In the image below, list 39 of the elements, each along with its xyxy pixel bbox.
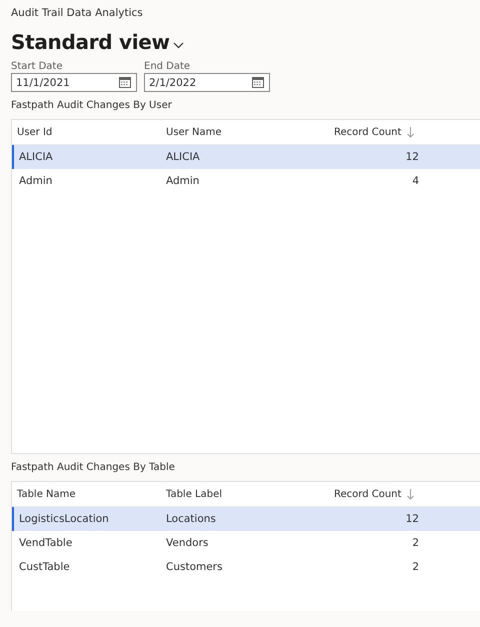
sort-arrow-icon bbox=[407, 488, 414, 500]
calendar-icon[interactable] bbox=[119, 77, 131, 88]
table-cell-text: VendTable bbox=[18, 536, 74, 551]
table-row[interactable]: Admin Admin 4 bbox=[12, 169, 480, 193]
table-row[interactable]: VendTable Vendors 2 bbox=[12, 531, 480, 555]
table-row[interactable]: LogisticsLocation Locations 12 bbox=[12, 507, 480, 531]
column-header[interactable]: User Id bbox=[12, 120, 166, 144]
field-label: Start Date bbox=[11, 60, 64, 73]
table-cell-text: 2 bbox=[411, 536, 419, 551]
table-cell-text: CustTable bbox=[18, 560, 71, 575]
table-cell-text: LogisticsLocation bbox=[18, 512, 110, 527]
table-cell-text: Locations bbox=[166, 512, 217, 527]
table-cell-text: Vendors bbox=[166, 536, 210, 551]
column-header[interactable]: Table Name bbox=[12, 482, 166, 506]
calendar-icon[interactable] bbox=[252, 77, 264, 88]
table-cell-text: ALICIA bbox=[166, 150, 201, 165]
date-field[interactable]: 11/1/2021 bbox=[11, 73, 137, 92]
column-header[interactable]: Record Count bbox=[334, 482, 444, 506]
section-label: Fastpath Audit Changes By User bbox=[11, 99, 173, 112]
table-cell-text: 2 bbox=[411, 560, 419, 575]
table-cell-text: 12 bbox=[404, 150, 419, 165]
section-label: Fastpath Audit Changes By Table bbox=[11, 461, 176, 474]
table-cell-text: 12 bbox=[404, 512, 419, 527]
date-field[interactable]: 2/1/2022 bbox=[144, 73, 270, 92]
column-header[interactable]: Record Count bbox=[334, 120, 444, 144]
column-header[interactable]: User Name bbox=[166, 120, 334, 144]
table-cell-text: 4 bbox=[411, 174, 419, 189]
column-header[interactable]: Table Label bbox=[166, 482, 334, 506]
chevron-down-icon bbox=[172, 42, 184, 48]
table-row[interactable]: CustTable Customers 2 bbox=[12, 555, 480, 579]
table-cell-text: Admin bbox=[166, 174, 200, 189]
table-row[interactable]: ALICIA ALICIA 12 bbox=[12, 145, 480, 169]
table-cell-text: Admin bbox=[18, 174, 54, 189]
field-label: End Date bbox=[144, 60, 192, 73]
app-title: Audit Trail Data Analytics bbox=[11, 6, 144, 20]
table-cell-text: Customers bbox=[166, 560, 224, 575]
table-cell-text: ALICIA bbox=[18, 150, 54, 165]
sort-arrow-icon bbox=[407, 126, 414, 138]
view-selector[interactable]: Standard view bbox=[11, 29, 184, 55]
